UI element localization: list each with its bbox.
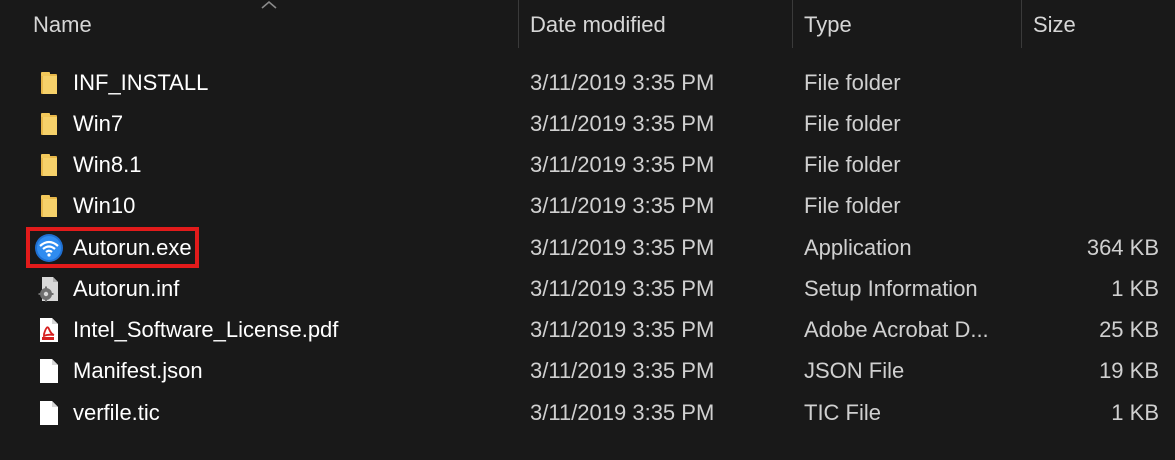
file-date-modified: 3/11/2019 3:35 PM [530, 193, 715, 219]
chevron-up-icon[interactable] [261, 0, 277, 10]
file-date-modified: 3/11/2019 3:35 PM [530, 399, 715, 425]
file-size: 25 KB [1099, 317, 1159, 342]
file-row[interactable]: Autorun.inf 3/11/2019 3:35 PM Setup Info… [0, 268, 1175, 309]
blank-file-icon [40, 400, 58, 425]
file-date-modified: 3/11/2019 3:35 PM [530, 234, 715, 260]
file-row[interactable]: Win7 3/11/2019 3:35 PM File folder [0, 103, 1175, 144]
file-type: File folder [804, 152, 901, 177]
column-header-date-modified[interactable]: Date modified [530, 0, 666, 50]
column-divider[interactable] [518, 0, 519, 48]
file-list: INF_INSTALL 3/11/2019 3:35 PM File folde… [0, 62, 1175, 433]
file-row[interactable]: Autorun.exe 3/11/2019 3:35 PM Applicatio… [0, 227, 1175, 268]
file-size: 1 KB [1111, 275, 1159, 301]
settings-file-icon [38, 276, 58, 302]
file-type: Application [804, 234, 912, 260]
file-name: Manifest.json [73, 358, 203, 384]
file-size: 1 KB [1111, 399, 1159, 425]
column-header-bar: Name Date modified Type Size [0, 0, 1175, 50]
file-row[interactable]: INF_INSTALL 3/11/2019 3:35 PM File folde… [0, 62, 1175, 103]
file-date-modified: 3/11/2019 3:35 PM [530, 358, 715, 384]
file-date-modified: 3/11/2019 3:35 PM [530, 110, 715, 136]
file-date-modified: 3/11/2019 3:35 PM [530, 317, 715, 342]
pdf-file-icon [40, 318, 58, 342]
file-date-modified: 3/11/2019 3:35 PM [530, 69, 715, 95]
file-name: Win10 [73, 193, 136, 219]
file-name: Win8.1 [73, 152, 142, 177]
file-row[interactable]: verfile.tic 3/11/2019 3:35 PM TIC File 1… [0, 392, 1175, 433]
file-row[interactable]: Win10 3/11/2019 3:35 PM File folder [0, 186, 1175, 227]
file-row[interactable]: Win8.1 3/11/2019 3:35 PM File folder [0, 145, 1175, 186]
column-header-name[interactable]: Name [33, 0, 92, 50]
file-type: JSON File [804, 358, 905, 384]
file-type: File folder [804, 193, 901, 219]
file-name: Autorun.inf [73, 275, 180, 301]
folder-icon [41, 195, 57, 218]
file-type: TIC File [804, 399, 881, 425]
file-size: 364 KB [1086, 234, 1159, 260]
file-row[interactable]: Intel_Software_License.pdf 3/11/2019 3:3… [0, 310, 1175, 351]
column-divider[interactable] [1021, 0, 1022, 48]
file-size: 19 KB [1099, 358, 1159, 384]
file-type: Adobe Acrobat D... [804, 317, 989, 342]
file-type: File folder [804, 69, 901, 95]
file-row[interactable]: Manifest.json 3/11/2019 3:35 PM JSON Fil… [0, 351, 1175, 392]
folder-icon [41, 71, 57, 94]
file-date-modified: 3/11/2019 3:35 PM [530, 275, 715, 301]
file-type: Setup Information [804, 275, 978, 301]
folder-icon [41, 112, 57, 135]
file-name: Win7 [73, 110, 124, 136]
column-header-size[interactable]: Size [1033, 0, 1076, 50]
file-name: INF_INSTALL [73, 69, 209, 95]
folder-icon [41, 154, 57, 176]
file-name: Intel_Software_License.pdf [73, 317, 339, 342]
wifi-app-icon [35, 233, 63, 262]
file-type: File folder [804, 110, 901, 136]
column-divider[interactable] [792, 0, 793, 48]
file-name: verfile.tic [73, 399, 160, 425]
column-header-type[interactable]: Type [804, 0, 852, 50]
file-name: Autorun.exe [73, 234, 192, 260]
blank-file-icon [40, 359, 58, 384]
file-date-modified: 3/11/2019 3:35 PM [530, 152, 715, 177]
